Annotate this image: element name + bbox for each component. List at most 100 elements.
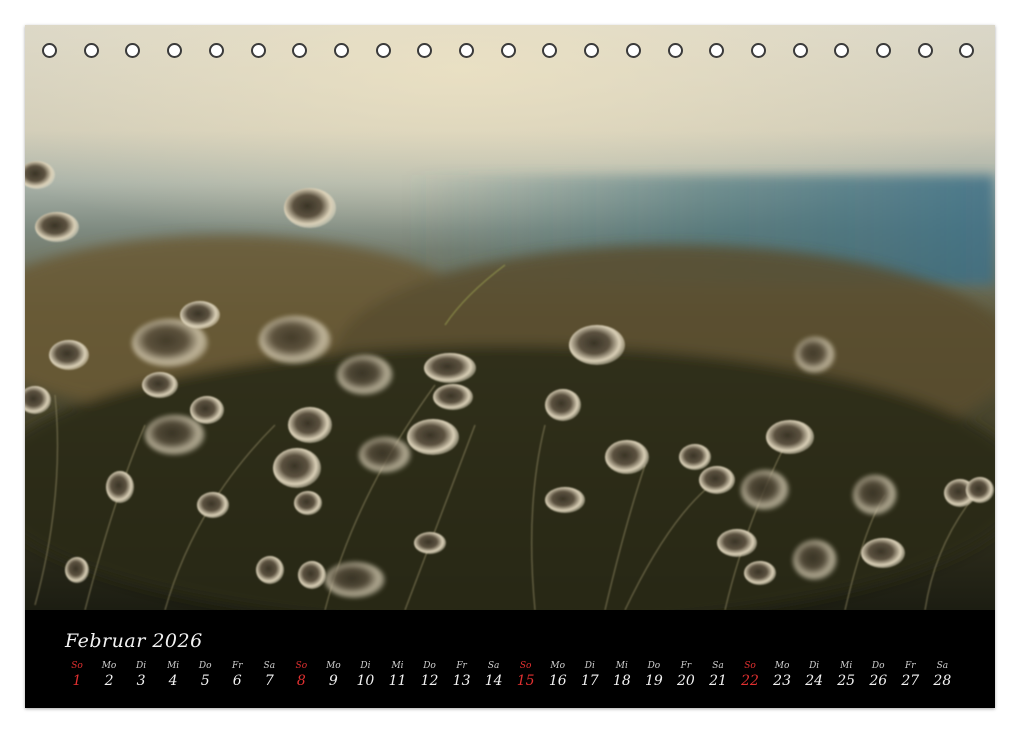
day-number: 12 xyxy=(420,673,439,689)
day-number: 9 xyxy=(328,673,338,689)
weekday-label: Fr xyxy=(905,661,916,671)
binding-ring xyxy=(750,43,766,58)
day-number: 18 xyxy=(612,673,631,689)
binding-ring xyxy=(876,43,891,58)
binding-ring xyxy=(375,43,391,58)
day-number: 8 xyxy=(296,673,306,689)
weekday-label: Sa xyxy=(712,661,724,671)
weekday-label: Do xyxy=(647,661,661,671)
weekday-label: Sa xyxy=(936,661,949,671)
day-number: 20 xyxy=(677,673,695,689)
day-cell: So 8 xyxy=(286,660,316,690)
weekday-label: Mo xyxy=(101,661,117,671)
binding-ring xyxy=(959,43,975,58)
binding-ring xyxy=(208,43,224,58)
weekday-label: So xyxy=(744,661,756,671)
calendar-page: Februar 2026 So 1 Mo 2 Di 3 Mi 4 Do 5 Fr 6 Sa 7 So 8 Mo 9… xyxy=(25,25,995,708)
weekday-label: Di xyxy=(360,661,371,671)
days-row: So 1 Mo 2 Di 3 Mi 4 Do 5 Fr 6 Sa 7 So 8 Mo 9 Di 10 Mi 11 Do 12 F… xyxy=(25,660,995,700)
day-cell: Di 24 xyxy=(799,660,829,690)
day-cell: Mo 16 xyxy=(543,660,573,690)
binding-ring xyxy=(125,43,141,58)
day-cell: Do 26 xyxy=(863,660,893,690)
day-cell: Mi 4 xyxy=(158,660,188,690)
weekday-label: Di xyxy=(809,661,820,671)
binding-ring xyxy=(709,43,725,58)
day-cell: Do 19 xyxy=(639,660,669,690)
binding-ring xyxy=(917,43,933,58)
binding-ring xyxy=(417,43,433,58)
day-number: 6 xyxy=(232,673,242,689)
day-cell: Mo 23 xyxy=(767,660,797,690)
spiral-binding xyxy=(25,43,995,65)
day-cell: Fr 6 xyxy=(222,660,252,690)
day-number: 16 xyxy=(548,673,567,689)
day-number: 28 xyxy=(933,673,952,689)
day-number: 13 xyxy=(452,673,471,689)
weekday-label: So xyxy=(519,661,532,671)
day-number: 22 xyxy=(741,673,759,689)
weekday-label: Fr xyxy=(456,661,467,671)
day-cell: Mi 11 xyxy=(383,660,413,690)
day-cell: Sa 28 xyxy=(927,660,957,690)
day-number: 23 xyxy=(773,673,791,689)
weekday-label: Do xyxy=(423,661,436,671)
weekday-label: Fr xyxy=(231,661,243,671)
weekday-label: Do xyxy=(198,661,212,671)
weekday-label: Mo xyxy=(774,661,790,671)
day-number: 4 xyxy=(168,673,178,689)
day-number: 17 xyxy=(580,673,599,689)
weekday-label: Mi xyxy=(391,661,404,671)
day-cell: Do 12 xyxy=(415,660,445,690)
day-cell: Fr 20 xyxy=(671,660,701,690)
day-number: 11 xyxy=(388,673,407,689)
binding-ring xyxy=(42,43,57,58)
day-cell: Fr 27 xyxy=(895,660,925,690)
day-number: 2 xyxy=(104,673,114,689)
day-cell: Di 3 xyxy=(126,660,156,690)
day-number: 14 xyxy=(484,673,503,689)
binding-ring xyxy=(667,43,683,58)
weekday-label: Di xyxy=(584,661,595,671)
day-number: 10 xyxy=(356,673,375,689)
day-cell: Mo 2 xyxy=(94,660,124,690)
weekday-label: Mo xyxy=(550,661,566,671)
day-cell: So 22 xyxy=(735,660,765,690)
day-cell: So 1 xyxy=(62,660,92,690)
binding-ring xyxy=(459,43,474,58)
weekday-label: Do xyxy=(871,661,885,671)
binding-ring xyxy=(292,43,308,58)
binding-ring xyxy=(333,43,349,58)
day-number: 19 xyxy=(644,673,663,689)
day-cell: Do 5 xyxy=(190,660,220,690)
weekday-label: Di xyxy=(136,661,147,671)
day-cell: Sa 21 xyxy=(703,660,733,690)
binding-ring xyxy=(250,43,266,58)
calendar-bar: Februar 2026 So 1 Mo 2 Di 3 Mi 4 Do 5 Fr 6 Sa 7 So 8 Mo 9… xyxy=(25,610,995,708)
day-cell: Fr 13 xyxy=(447,660,477,690)
weekday-label: So xyxy=(71,661,83,671)
cottongrass-photo xyxy=(25,25,995,610)
day-number: 24 xyxy=(805,673,824,689)
day-cell: Di 17 xyxy=(575,660,605,690)
day-cell: So 15 xyxy=(511,660,541,690)
binding-ring xyxy=(83,43,99,58)
photo-illustration xyxy=(25,25,995,610)
weekday-label: Fr xyxy=(680,661,692,671)
day-number: 15 xyxy=(516,673,535,689)
day-number: 27 xyxy=(901,673,920,689)
day-cell: Mi 18 xyxy=(607,660,637,690)
binding-ring xyxy=(584,43,600,58)
binding-ring xyxy=(542,43,558,58)
day-number: 21 xyxy=(709,673,727,689)
binding-ring xyxy=(500,43,516,58)
day-number: 7 xyxy=(264,673,274,689)
day-number: 3 xyxy=(136,673,146,689)
day-number: 1 xyxy=(72,673,82,689)
day-number: 25 xyxy=(837,673,856,689)
day-cell: Mo 9 xyxy=(318,660,348,690)
day-cell: Sa 7 xyxy=(254,660,284,690)
weekday-label: Mi xyxy=(615,661,628,671)
binding-ring xyxy=(792,43,808,58)
month-title: Februar 2026 xyxy=(65,630,203,652)
